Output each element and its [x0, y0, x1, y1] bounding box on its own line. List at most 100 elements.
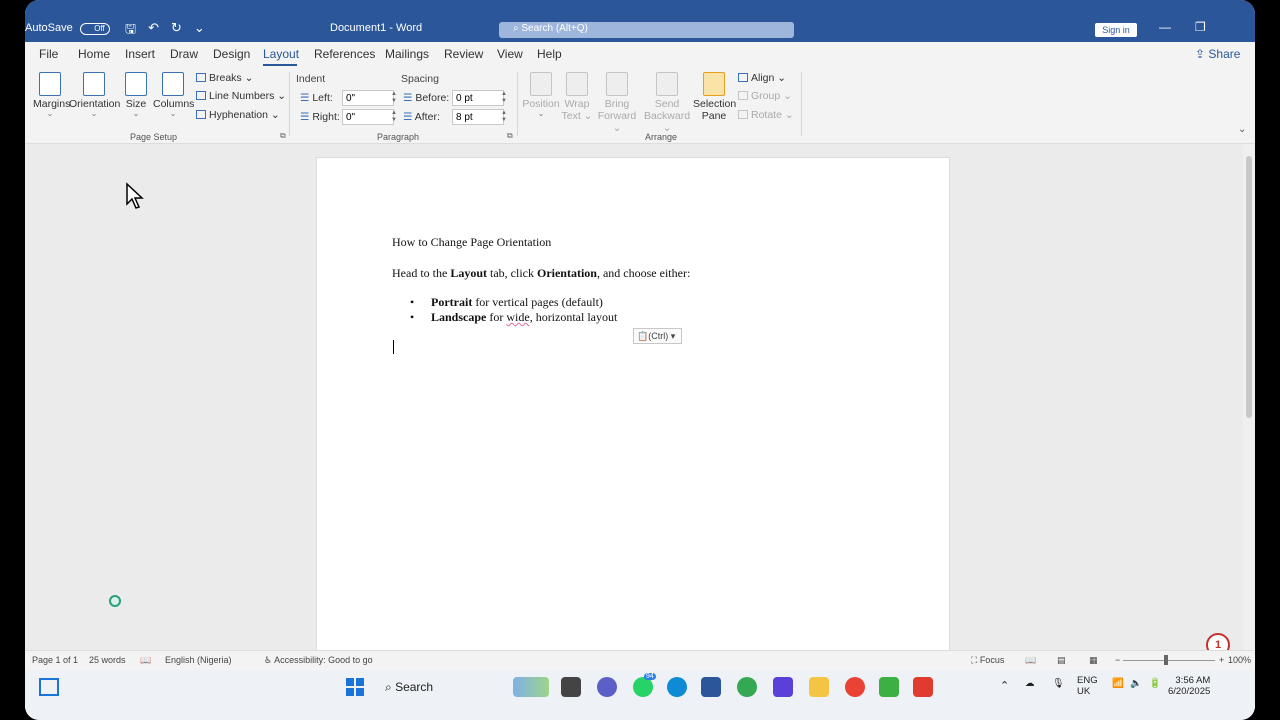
autosave-toggle-area[interactable]: AutoSave Off — [25, 22, 110, 35]
selection-pane-icon — [703, 72, 725, 96]
clock[interactable]: 3:56 AM 6/20/2025 — [1168, 675, 1210, 697]
group-button[interactable]: Group ⌄ — [738, 90, 792, 102]
tab-help[interactable]: Help — [537, 47, 562, 61]
web-layout-icon[interactable]: ▦ — [1089, 655, 1098, 666]
wifi-icon[interactable]: 📶 — [1112, 678, 1124, 689]
sign-in-button[interactable]: Sign in — [1095, 23, 1137, 37]
language-indicator[interactable]: English (Nigeria) — [165, 655, 232, 665]
taskbar: ⌕ Search 94 ⌃ ☁ 🎙 ENG UK 📶 🔈 🔋 3:56 AM 6/2… — [25, 670, 1255, 720]
spelling-flagged-word[interactable]: wide — [506, 310, 529, 324]
indent-left-spinner[interactable]: ▲ ▼ — [391, 91, 397, 105]
print-layout-icon[interactable]: ▤ — [1057, 655, 1066, 666]
paragraph-dialog-launcher-icon[interactable]: ⧉ — [507, 131, 513, 141]
position-button[interactable]: Position ⌄ — [522, 72, 560, 118]
vpn-icon[interactable] — [773, 677, 793, 697]
orientation-button[interactable]: Orientation ⌄ — [69, 72, 120, 118]
accessibility-status[interactable]: ♿ Accessibility: Good to go — [264, 655, 373, 666]
columns-button[interactable]: Columns ⌄ — [153, 72, 194, 118]
zoom-in-icon[interactable]: + — [1219, 655, 1224, 665]
chrome-icon[interactable] — [737, 677, 757, 697]
spacing-after-field[interactable] — [452, 109, 504, 125]
zoom-out-icon[interactable]: − — [1115, 655, 1120, 665]
taskbar-search[interactable]: ⌕ Search — [385, 678, 505, 696]
send-backward-button[interactable]: Send Backward ⌄ — [641, 72, 693, 134]
volume-icon[interactable]: 🔈 — [1130, 678, 1142, 689]
restore-icon[interactable]: ❐ — [1195, 20, 1206, 34]
align-button[interactable]: Align ⌄ — [738, 72, 786, 84]
document-page[interactable]: How to Change Page Orientation Head to t… — [316, 157, 950, 657]
wrap-text-button[interactable]: Wrap Text ⌄ — [561, 72, 593, 122]
recorder-icon[interactable] — [913, 677, 933, 697]
zoom-slider[interactable] — [1123, 660, 1215, 661]
tab-review[interactable]: Review — [444, 47, 483, 61]
chrome-profile-icon[interactable] — [845, 677, 865, 697]
intro-bold-orientation: Orientation — [536, 266, 597, 280]
selection-pane-button[interactable]: Selection Pane — [693, 72, 736, 122]
indent-right-field[interactable] — [342, 109, 394, 125]
search-input[interactable]: ⌕ Search (Alt+Q) — [499, 22, 794, 38]
share-button[interactable]: ⇪ Share — [1195, 47, 1240, 61]
hyphenation-button[interactable]: Hyphenation ⌄ — [196, 109, 280, 121]
accessibility-icon: ♿ — [264, 655, 275, 665]
autosave-switch[interactable]: Off — [79, 23, 110, 35]
indent-right-spinner[interactable]: ▲ ▼ — [391, 110, 397, 124]
save-icon[interactable]: 🖫 — [125, 20, 136, 42]
spacing-before-spinner[interactable]: ▲ ▼ — [501, 91, 507, 105]
battery-icon[interactable]: 🔋 — [1149, 678, 1161, 689]
chevron-down-icon: ⌄ — [132, 109, 140, 118]
file-app-icon[interactable] — [561, 677, 581, 697]
tab-mailings[interactable]: Mailings — [385, 47, 429, 61]
proofing-icon[interactable]: 📖 — [140, 655, 151, 666]
margins-button[interactable]: Margins ⌄ — [33, 72, 70, 118]
teams-icon[interactable] — [597, 677, 617, 697]
size-button[interactable]: Size ⌄ — [124, 72, 148, 118]
minimize-icon[interactable]: — — [1159, 20, 1171, 34]
tab-view[interactable]: View — [497, 47, 523, 61]
zoom-level[interactable]: 100% — [1228, 655, 1251, 665]
start-button-icon[interactable] — [346, 678, 364, 696]
edge-icon[interactable] — [667, 677, 687, 697]
word-icon[interactable] — [701, 677, 721, 697]
network-status-icon[interactable]: ☁ — [1025, 678, 1035, 689]
collapse-ribbon-icon[interactable]: ⌄ — [1238, 124, 1246, 135]
word-count[interactable]: 25 words — [89, 655, 126, 665]
whatsapp-icon[interactable] — [633, 677, 653, 697]
page-count[interactable]: Page 1 of 1 — [32, 655, 78, 665]
bring-forward-button[interactable]: Bring Forward ⌄ — [593, 72, 641, 134]
focus-button[interactable]: ⛶ Focus — [971, 655, 1004, 666]
language-tray[interactable]: ENG UK — [1077, 675, 1098, 697]
read-mode-icon[interactable]: 📖 — [1025, 655, 1036, 666]
tab-layout[interactable]: Layout — [263, 47, 299, 61]
scrollbar-thumb[interactable] — [1246, 156, 1252, 418]
vertical-scrollbar[interactable] — [1243, 144, 1255, 650]
list-item-bold: Portrait — [431, 295, 473, 309]
zoom-slider-thumb[interactable] — [1164, 655, 1168, 665]
customize-toolbar-icon[interactable]: ⌄ — [194, 20, 205, 42]
margins-icon — [39, 72, 61, 96]
page-setup-dialog-launcher-icon[interactable]: ⧉ — [280, 131, 286, 141]
tab-references[interactable]: References — [314, 47, 375, 61]
line-numbers-button[interactable]: Line Numbers ⌄ — [196, 90, 286, 102]
tab-home[interactable]: Home — [78, 47, 110, 61]
camtasia-icon[interactable] — [879, 677, 899, 697]
indent-left-field[interactable] — [342, 90, 394, 106]
bring-forward-label-1: Bring — [604, 98, 630, 110]
breaks-button[interactable]: Breaks ⌄ — [196, 72, 253, 84]
chevron-up-icon[interactable]: ⌃ — [1000, 679, 1009, 692]
undo-icon[interactable]: ↶ — [148, 20, 159, 42]
spacing-after-spinner[interactable]: ▲ ▼ — [501, 110, 507, 124]
tab-insert[interactable]: Insert — [125, 47, 155, 61]
redo-icon[interactable]: ↻ — [171, 20, 182, 42]
rotate-button[interactable]: Rotate ⌄ — [738, 109, 794, 121]
tab-file[interactable]: File — [39, 47, 58, 61]
quick-access-toolbar: 🖫 ↶ ↻ ⌄ — [125, 20, 205, 42]
tab-design[interactable]: Design — [213, 47, 250, 61]
spacing-before-field[interactable] — [452, 90, 504, 106]
wrap-text-label-1: Wrap — [564, 98, 590, 110]
landscape-app-icon[interactable] — [513, 677, 549, 697]
paste-options-button[interactable]: 📋(Ctrl) ▾ — [633, 328, 682, 344]
file-explorer-icon[interactable] — [809, 677, 829, 697]
microphone-icon[interactable]: 🎙 — [1052, 678, 1064, 689]
widgets-icon[interactable] — [39, 678, 59, 696]
tab-draw[interactable]: Draw — [170, 47, 198, 61]
